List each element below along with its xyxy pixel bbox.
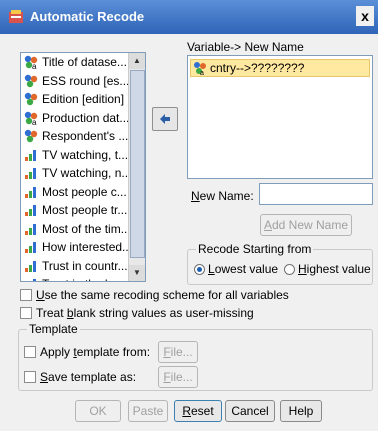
apply-template-file-button[interactable]: File...	[158, 341, 198, 363]
nominal-string-icon: a	[23, 111, 39, 127]
selected-variable-label: cntry-->????????	[210, 61, 305, 75]
add-new-name-button[interactable]: Add New Name	[260, 214, 352, 236]
new-name-input[interactable]	[259, 183, 373, 205]
cancel-button[interactable]: Cancel	[225, 400, 275, 422]
ordinal-icon	[23, 222, 39, 236]
source-variable-items: a Title of datase... ESS round [es... Editi…	[21, 53, 129, 281]
nominal-icon	[23, 74, 39, 88]
help-button[interactable]: Help	[280, 400, 322, 422]
source-variable-item[interactable]: TV watching, n...	[21, 164, 129, 183]
reset-button[interactable]: Reset	[174, 400, 222, 422]
source-variable-label: Most of the tim...	[42, 221, 129, 236]
same-scheme-checkbox[interactable]	[20, 289, 32, 301]
source-variable-item[interactable]: How interested...	[21, 238, 129, 257]
ordinal-icon	[23, 203, 39, 217]
highest-value-radio[interactable]	[284, 264, 295, 275]
source-variable-item[interactable]: Trust in the le...	[21, 275, 129, 281]
new-name-label: New Name:	[191, 189, 254, 203]
source-variable-item[interactable]: a Title of datase...	[21, 53, 129, 72]
source-variable-label: Edition [edition]	[42, 92, 125, 107]
scroll-up-icon[interactable]: ▲	[129, 53, 145, 69]
selected-variable-row[interactable]: a cntry-->????????	[190, 59, 370, 77]
highest-value-label: Highest value	[298, 262, 371, 276]
ordinal-icon	[23, 259, 39, 273]
source-variable-label: Most people c...	[42, 184, 127, 199]
source-variable-label: ESS round [es...	[42, 73, 129, 88]
lowest-value-label: Lowest value	[208, 262, 279, 276]
source-variable-item[interactable]: Most people tr...	[21, 201, 129, 220]
source-variable-label: Respondent's ...	[42, 129, 129, 144]
svg-text:a: a	[32, 118, 37, 125]
ordinal-icon	[23, 148, 39, 162]
title-bar: Automatic Recode x	[0, 0, 378, 34]
source-variable-item[interactable]: Respondent's ...	[21, 127, 129, 146]
same-scheme-label: Use the same recoding scheme for all var…	[36, 288, 289, 302]
source-variable-item[interactable]: Most people c...	[21, 183, 129, 202]
save-template-checkbox[interactable]	[24, 371, 36, 383]
ordinal-icon	[23, 185, 39, 199]
blank-string-label: Treat blank string values as user-missin…	[36, 306, 254, 320]
lowest-value-radio[interactable]	[194, 264, 205, 275]
ordinal-icon	[23, 277, 39, 281]
source-variable-label: Trust in the le...	[42, 277, 124, 281]
source-variable-list[interactable]: a Title of datase... ESS round [es... Editi…	[20, 52, 146, 282]
source-variable-label: Trust in countr...	[42, 258, 128, 273]
nominal-icon	[23, 92, 39, 106]
recode-starting-legend: Recode Starting from	[196, 242, 314, 256]
scroll-down-icon[interactable]: ▼	[129, 265, 145, 281]
app-icon	[9, 10, 23, 23]
source-variable-label: How interested...	[42, 240, 129, 255]
svg-text:a: a	[32, 62, 37, 69]
template-legend: Template	[27, 322, 80, 336]
source-variable-item[interactable]: Most of the tim...	[21, 220, 129, 239]
close-button[interactable]: x	[356, 6, 374, 26]
svg-text:a: a	[200, 70, 204, 75]
ok-button[interactable]: OK	[75, 400, 121, 422]
source-list-scrollbar[interactable]: ▲ ▼	[128, 53, 145, 281]
source-variable-label: Production dat...	[42, 110, 129, 125]
nominal-icon	[23, 129, 39, 143]
source-variable-label: Title of datase...	[42, 55, 127, 70]
window-title: Automatic Recode	[30, 9, 145, 24]
source-variable-label: Most people tr...	[42, 203, 128, 218]
move-variable-button[interactable]	[152, 107, 178, 131]
nominal-string-icon: a	[193, 61, 207, 77]
arrow-left-icon	[160, 114, 170, 124]
apply-template-checkbox[interactable]	[24, 346, 36, 358]
target-list-heading: Variable-> New Name	[187, 40, 304, 54]
ordinal-icon	[23, 240, 39, 254]
blank-string-checkbox[interactable]	[20, 307, 32, 319]
source-variable-label: TV watching, t...	[42, 147, 129, 162]
save-template-label: Save template as:	[40, 370, 137, 384]
ordinal-icon	[23, 166, 39, 180]
target-variable-list[interactable]: a cntry-->????????	[187, 55, 373, 179]
source-variable-item[interactable]: ESS round [es...	[21, 72, 129, 91]
scroll-thumb[interactable]	[130, 70, 145, 258]
source-variable-item[interactable]: TV watching, t...	[21, 146, 129, 165]
source-variable-item[interactable]: a Production dat...	[21, 109, 129, 128]
paste-button[interactable]: Paste	[128, 400, 168, 422]
source-variable-item[interactable]: Trust in countr...	[21, 257, 129, 276]
nominal-string-icon: a	[23, 55, 39, 71]
apply-template-label: Apply template from:	[40, 345, 151, 359]
source-variable-item[interactable]: Edition [edition]	[21, 90, 129, 109]
source-variable-label: TV watching, n...	[42, 166, 129, 181]
save-template-file-button[interactable]: File...	[158, 366, 198, 388]
